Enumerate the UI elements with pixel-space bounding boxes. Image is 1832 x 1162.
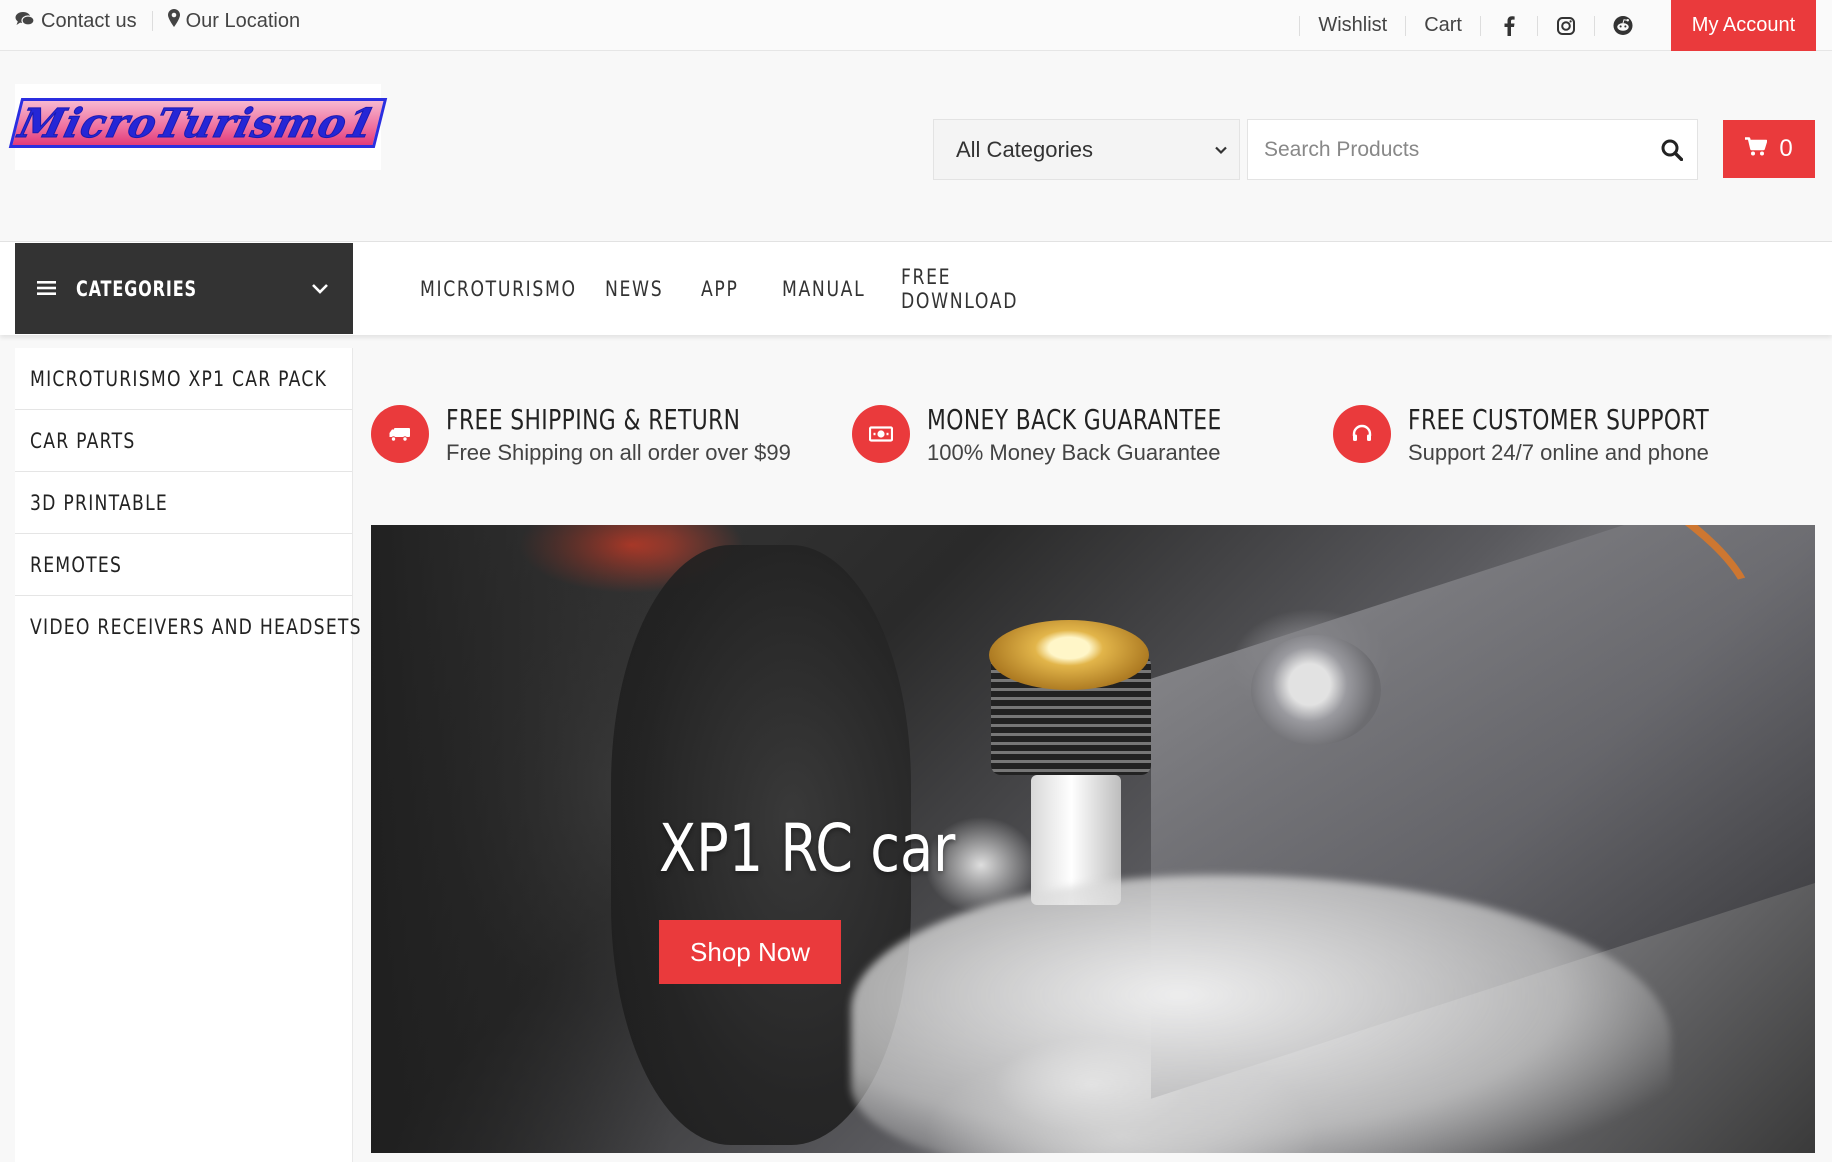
category-select[interactable]: All Categories: [933, 119, 1240, 180]
sidebar-item-label: REMOTES: [30, 552, 123, 577]
categories-label: CATEGORIES: [76, 276, 197, 301]
hamburger-icon: [37, 277, 56, 301]
my-account-button[interactable]: My Account: [1671, 0, 1816, 51]
feature-money-back: MONEY BACK GUARANTEE 100% Money Back Gua…: [852, 403, 1305, 466]
sidebar-item-video-receivers-and-headsets[interactable]: VIDEO RECEIVERS AND HEADSETS: [15, 596, 361, 658]
search-icon[interactable]: [1647, 139, 1697, 161]
contact-us-label: Contact us: [41, 9, 137, 32]
nav-item-app[interactable]: APP: [701, 277, 767, 301]
top-bar-left: Contact us Our Location: [15, 0, 300, 42]
nav-item-manual[interactable]: MANUAL: [782, 277, 880, 301]
search-box: [1247, 119, 1698, 180]
money-icon: [852, 405, 910, 463]
divider: [151, 11, 153, 31]
contact-us-link[interactable]: Contact us: [15, 10, 137, 33]
shop-now-button[interactable]: Shop Now: [659, 920, 841, 984]
cart-count: 0: [1779, 135, 1793, 162]
banner-title: XP1 RC car: [659, 810, 956, 887]
feature-subtitle: 100% Money Back Guarantee: [927, 440, 1221, 465]
nav-item-microturismo[interactable]: MICROTURISMO: [420, 277, 575, 301]
chat-icon: [15, 10, 35, 33]
shopping-cart-icon: [1745, 135, 1768, 163]
sidebar-item-label: CAR PARTS: [30, 428, 136, 453]
logo-graphic: MicroTurismo1: [8, 98, 388, 148]
category-sidebar: MICROTURISMO XP1 CAR PACK CAR PARTS 3D P…: [15, 348, 361, 1162]
sidebar-item-label: VIDEO RECEIVERS AND HEADSETS: [30, 615, 362, 639]
top-bar: Contact us Our Location Wishlist Cart My…: [0, 0, 1832, 51]
sidebar-item-label: MICROTURISMO XP1 CAR PACK: [30, 366, 328, 391]
main-menu: MICROTURISMO NEWS APP MANUAL FREE DOWNLO…: [420, 243, 1101, 334]
wishlist-link[interactable]: Wishlist: [1318, 14, 1387, 37]
divider: [1594, 15, 1595, 36]
map-pin-icon: [167, 9, 180, 33]
logo-text: MicroTurismo1: [14, 99, 382, 147]
our-location-label: Our Location: [185, 9, 301, 32]
truck-icon: [371, 405, 429, 463]
feature-title: MONEY BACK GUARANTEE: [927, 403, 1222, 436]
nav-item-news[interactable]: NEWS: [605, 277, 684, 301]
sidebar-item-microturismo-xp1-car-pack[interactable]: MICROTURISMO XP1 CAR PACK: [15, 348, 352, 410]
sidebar-item-remotes[interactable]: REMOTES: [15, 534, 352, 596]
nav-item-free-download[interactable]: FREE DOWNLOAD: [901, 265, 1065, 313]
hero-banner: XP1 RC car Shop Now: [371, 525, 1815, 1153]
sidebar-item-car-parts[interactable]: CAR PARTS: [15, 410, 352, 472]
banner-screw: [1251, 635, 1381, 745]
feature-free-shipping: FREE SHIPPING & RETURN Free Shipping on …: [371, 403, 823, 466]
feature-subtitle: Free Shipping on all order over $99: [446, 440, 791, 465]
divider: [1299, 15, 1301, 36]
feature-title: FREE SHIPPING & RETURN: [446, 403, 741, 436]
banner-gold-bolt: [989, 620, 1149, 690]
divider: [1537, 15, 1538, 36]
divider: [1480, 15, 1481, 36]
sidebar-item-3d-printable[interactable]: 3D PRINTABLE: [15, 472, 352, 534]
feature-customer-support: FREE CUSTOMER SUPPORT Support 24/7 onlin…: [1333, 403, 1794, 466]
divider: [1405, 15, 1407, 36]
our-location-link[interactable]: Our Location: [167, 9, 301, 33]
reddit-icon[interactable]: [1613, 15, 1633, 36]
site-logo[interactable]: MicroTurismo1: [8, 84, 388, 170]
search-input[interactable]: [1248, 120, 1647, 179]
facebook-icon[interactable]: [1499, 15, 1519, 36]
chevron-down-icon: [1213, 138, 1229, 164]
banner-shade: [371, 525, 671, 1153]
feature-subtitle: Support 24/7 online and phone: [1408, 440, 1709, 465]
category-select-value: All Categories: [956, 136, 1093, 162]
sidebar-item-label: 3D PRINTABLE: [30, 490, 169, 515]
feature-title: FREE CUSTOMER SUPPORT: [1408, 403, 1710, 436]
chevron-down-icon: [311, 277, 329, 301]
top-bar-right: Wishlist Cart My Account: [1281, 0, 1816, 51]
categories-toggle[interactable]: CATEGORIES: [15, 243, 353, 334]
headset-icon: [1333, 405, 1391, 463]
cart-button[interactable]: 0: [1723, 120, 1815, 178]
cart-link[interactable]: Cart: [1424, 14, 1462, 37]
instagram-icon[interactable]: [1556, 16, 1576, 35]
